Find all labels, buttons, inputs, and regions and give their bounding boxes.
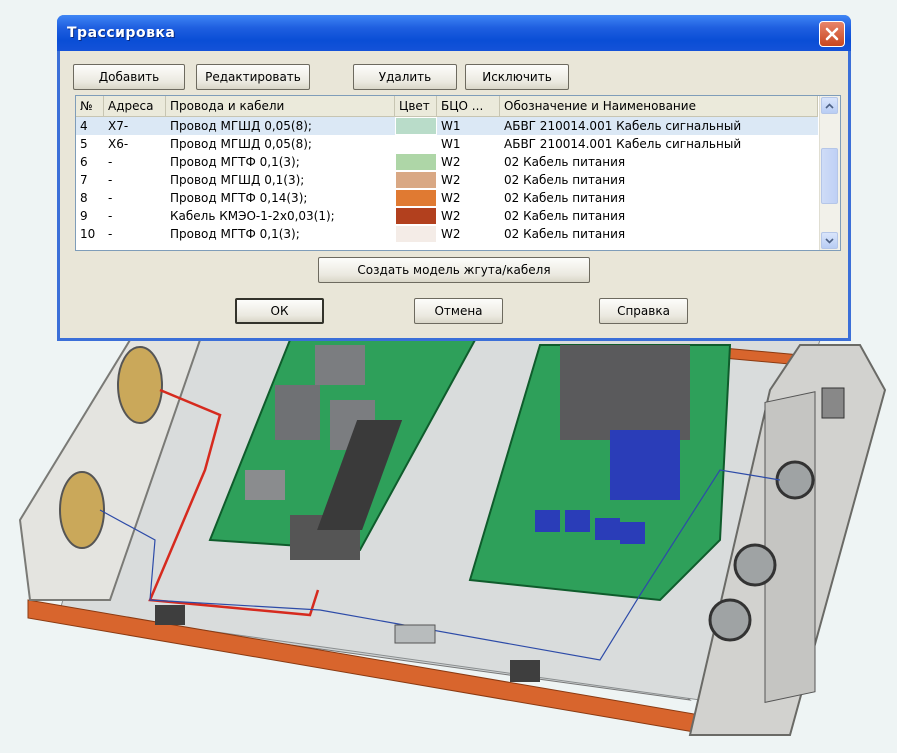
create-harness-model-button[interactable]: Создать модель жгута/кабеля xyxy=(318,257,590,283)
cell-no: 7 xyxy=(80,173,88,187)
cell-bco: W2 xyxy=(441,191,461,205)
cell-no: 6 xyxy=(80,155,88,169)
pcb-left-chip-4 xyxy=(245,470,285,500)
cell-designation: 02 Кабель питания xyxy=(504,209,626,223)
color-swatch xyxy=(395,135,437,153)
pcb-right-blue-5 xyxy=(535,510,560,532)
cell-designation: АБВГ 210014.001 Кабель сигнальный xyxy=(504,119,742,133)
left-connector-bottom xyxy=(59,471,105,549)
scroll-up-button[interactable] xyxy=(821,97,838,114)
cell-wire: Провод МГШД 0,05(8); xyxy=(170,119,312,133)
exclude-button[interactable]: Исключить xyxy=(465,64,569,90)
color-swatch xyxy=(395,171,437,189)
column-header-no[interactable]: № xyxy=(76,96,104,116)
left-connector-top xyxy=(117,346,163,424)
cell-designation: 02 Кабель питания xyxy=(504,227,626,241)
cell-bco: W2 xyxy=(441,227,461,241)
cell-address: - xyxy=(108,173,113,187)
pcb-right-transformer xyxy=(560,345,690,440)
cell-wire: Провод МГШД 0,05(8); xyxy=(170,137,312,151)
mount-foot-1 xyxy=(155,605,185,625)
title-bar[interactable]: Трассировка xyxy=(57,15,851,51)
cell-bco: W2 xyxy=(441,155,461,169)
right-connector-2 xyxy=(733,543,777,587)
help-button[interactable]: Справка xyxy=(599,298,688,324)
column-header-address[interactable]: Адреса xyxy=(104,96,166,116)
cell-bco: W2 xyxy=(441,173,461,187)
table-row[interactable]: 6 - Провод МГТФ 0,1(3); W2 02 Кабель питания xyxy=(76,153,818,171)
right-switch xyxy=(821,387,845,419)
cell-no: 8 xyxy=(80,191,88,205)
cell-no: 4 xyxy=(80,119,88,133)
cell-address: X7- xyxy=(108,119,129,133)
vertical-scrollbar[interactable] xyxy=(819,96,840,250)
ok-button[interactable]: ОК xyxy=(235,298,324,324)
pcb-right-blue-1 xyxy=(610,430,680,500)
cancel-button[interactable]: Отмена xyxy=(414,298,503,324)
cell-designation: 02 Кабель питания xyxy=(504,191,626,205)
pcb-right-blue-2 xyxy=(565,510,590,532)
table-row[interactable]: 8 - Провод МГТФ 0,14(3); W2 02 Кабель питани… xyxy=(76,189,818,207)
color-swatch xyxy=(395,189,437,207)
chevron-up-icon xyxy=(825,102,834,109)
table-row[interactable]: 10- Провод МГТФ 0,1(3); W2 02 Кабель питани… xyxy=(76,225,818,243)
cell-no: 10 xyxy=(80,227,96,241)
right-connector-3 xyxy=(708,598,752,642)
color-swatch xyxy=(395,117,437,135)
cell-address: - xyxy=(108,209,113,223)
cell-bco: W2 xyxy=(441,209,461,223)
cell-address: - xyxy=(108,227,113,241)
table-row[interactable]: 9 - Кабель КМЭО-1-2х0,03(1); W2 02 Кабель пи… xyxy=(76,207,818,225)
column-header-wires[interactable]: Провода и кабели xyxy=(166,96,395,116)
close-button[interactable] xyxy=(819,21,845,47)
table-row[interactable]: 7 - Провод МГШД 0,1(3); W2 02 Кабель питания xyxy=(76,171,818,189)
column-header-designation[interactable]: Обозначение и Наименование xyxy=(500,96,818,116)
cell-address: - xyxy=(108,155,113,169)
cell-wire: Кабель КМЭО-1-2х0,03(1); xyxy=(170,209,335,223)
cell-designation: 02 Кабель питания xyxy=(504,173,626,187)
column-header-bco[interactable]: БЦО ... xyxy=(437,96,500,116)
cell-wire: Провод МГТФ 0,1(3); xyxy=(170,155,300,169)
cell-no: 5 xyxy=(80,137,88,151)
color-swatch xyxy=(395,207,437,225)
pcb-left-chip-1 xyxy=(315,345,365,385)
scroll-down-button[interactable] xyxy=(821,232,838,249)
cell-no: 9 xyxy=(80,209,88,223)
cell-address: - xyxy=(108,191,113,205)
cell-address: X6- xyxy=(108,137,129,151)
mount-foot-2 xyxy=(510,660,540,682)
pcb-right-blue-4 xyxy=(620,522,645,544)
cell-designation: 02 Кабель питания xyxy=(504,155,626,169)
table-header: № Адреса Провода и кабели Цвет БЦО ... О… xyxy=(76,96,818,117)
dialog-title: Трассировка xyxy=(67,25,176,41)
table-body: 4 X7- Провод МГШД 0,05(8); W1 АБВГ 210014.00… xyxy=(76,117,818,243)
routing-dialog: Трассировка Добавить Редактировать Удали… xyxy=(57,15,851,341)
edit-button[interactable]: Редактировать xyxy=(196,64,310,90)
color-swatch xyxy=(395,225,437,243)
chevron-down-icon xyxy=(825,237,834,244)
delete-button[interactable]: Удалить xyxy=(353,64,457,90)
pcb-left-chip-2 xyxy=(275,385,320,440)
add-button[interactable]: Добавить xyxy=(73,64,185,90)
cell-bco: W1 xyxy=(441,137,461,151)
color-swatch xyxy=(395,153,437,171)
mount-foot-3 xyxy=(394,624,436,644)
column-header-color[interactable]: Цвет xyxy=(395,96,437,116)
right-connector-1 xyxy=(775,460,815,500)
pcb-right-blue-3 xyxy=(595,518,620,540)
cell-wire: Провод МГТФ 0,14(3); xyxy=(170,191,308,205)
cell-wire: Провод МГШД 0,1(3); xyxy=(170,173,305,187)
table-row[interactable]: 4 X7- Провод МГШД 0,05(8); W1 АБВГ 210014.00… xyxy=(76,117,818,135)
cell-wire: Провод МГТФ 0,1(3); xyxy=(170,227,300,241)
scroll-thumb[interactable] xyxy=(821,148,838,204)
right-panel-plate xyxy=(764,391,816,704)
cell-designation: АБВГ 210014.001 Кабель сигнальный xyxy=(504,137,742,151)
table-row[interactable]: 5 X6- Провод МГШД 0,05(8); W1 АБВГ 210014.00… xyxy=(76,135,818,153)
routing-table[interactable]: № Адреса Провода и кабели Цвет БЦО ... О… xyxy=(75,95,841,251)
close-icon xyxy=(825,27,839,41)
cell-bco: W1 xyxy=(441,119,461,133)
